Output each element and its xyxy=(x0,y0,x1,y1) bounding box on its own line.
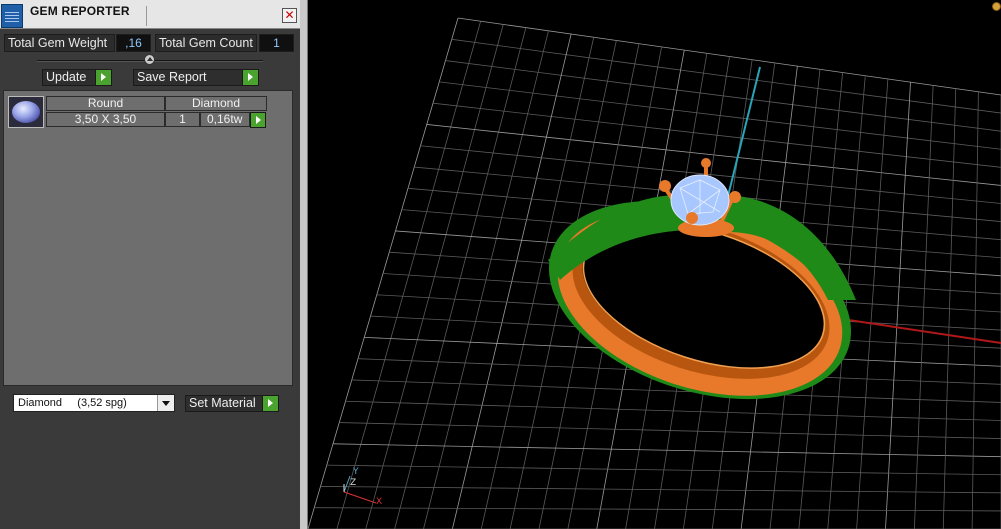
window-title: GEM REPORTER xyxy=(30,4,130,18)
set-material-button[interactable]: Set Material xyxy=(185,395,279,412)
save-report-button[interactable]: Save Report xyxy=(133,69,259,86)
panel-splitter[interactable] xyxy=(300,0,308,529)
grid-line xyxy=(345,400,1001,421)
gizmo-x-line xyxy=(343,491,377,504)
prong-tip xyxy=(659,180,671,192)
gem-shape-cell: Round xyxy=(46,96,165,111)
axis-z-label: Z xyxy=(350,478,357,488)
grid-line xyxy=(913,85,934,529)
grid-line xyxy=(326,464,1001,476)
round-gem-thumbnail-icon[interactable] xyxy=(8,96,44,128)
grid-line xyxy=(856,78,889,529)
gem-reporter-app-icon xyxy=(1,4,23,28)
play-arrow-icon xyxy=(242,70,258,85)
viewport-scene xyxy=(308,17,1001,529)
title-bar: GEM REPORTER ✕ xyxy=(0,0,300,29)
axis-y-label: Y xyxy=(353,467,359,477)
3d-viewport[interactable]: X Y Z xyxy=(308,0,1001,529)
total-gem-count-value: 1 xyxy=(259,34,294,52)
slider-knob-icon[interactable] xyxy=(144,54,155,65)
close-icon[interactable]: ✕ xyxy=(282,8,297,23)
total-gem-weight-label: Total Gem Weight xyxy=(4,34,115,52)
play-arrow-icon xyxy=(262,396,278,411)
gem-type-cell: Diamond xyxy=(165,96,267,111)
gem-list xyxy=(3,90,293,386)
total-gem-weight-value: ,16 xyxy=(116,34,151,52)
gem-weight-cell: 0,16tw xyxy=(200,112,250,127)
title-separator xyxy=(146,6,147,26)
set-material-button-label: Set Material xyxy=(189,396,256,410)
material-dropdown-value: Diamond (3,52 spg) xyxy=(18,397,127,409)
prong-tip xyxy=(729,191,741,203)
gem-size-cell: 3,50 X 3,50 xyxy=(46,112,165,127)
axis-x-label: X xyxy=(376,497,383,507)
material-dropdown[interactable]: Diamond (3,52 spg) xyxy=(13,394,175,412)
grid-line xyxy=(339,422,1001,439)
save-report-button-label: Save Report xyxy=(137,70,207,84)
grid-line xyxy=(332,443,1001,458)
ring-model xyxy=(548,158,856,400)
update-button[interactable]: Update xyxy=(42,69,112,86)
grid-line xyxy=(885,82,911,529)
prong-tip xyxy=(701,158,711,168)
gem-reporter-panel: GEM REPORTER ✕ Total Gem Weight ,16 Tota… xyxy=(0,0,300,529)
prong-tip xyxy=(686,212,698,224)
status-dot-icon xyxy=(992,2,1001,11)
dropdown-chevron-icon[interactable] xyxy=(157,395,174,411)
update-button-label: Update xyxy=(46,70,87,84)
play-arrow-icon[interactable] xyxy=(250,112,266,128)
gem-quantity-cell: 1 xyxy=(165,112,200,127)
axis-gizmo xyxy=(343,475,377,504)
play-arrow-icon xyxy=(95,70,111,85)
total-gem-count-label: Total Gem Count xyxy=(155,34,257,52)
